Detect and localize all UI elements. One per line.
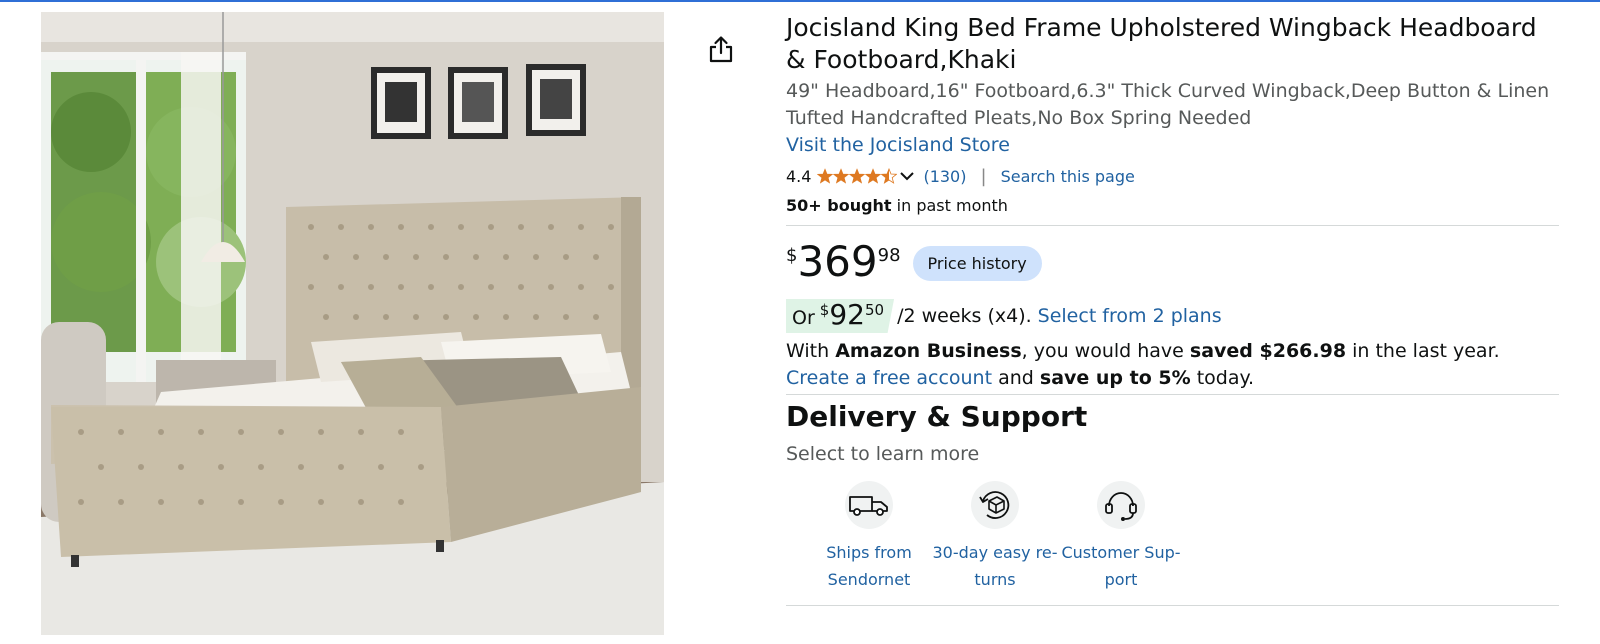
delivery-title: Delivery & Support <box>786 400 1088 433</box>
installment-whole: 92 <box>829 298 865 331</box>
price-history-button[interactable]: Price history <box>912 246 1042 281</box>
product-title: Jocisland King Bed Frame Upholstered Win… <box>786 13 1537 74</box>
returns-label-line2: turns <box>974 570 1016 589</box>
business-saved: saved $266.98 <box>1189 340 1347 362</box>
divider <box>786 605 1559 606</box>
rating-row: 4.4 (130) | Search this page <box>786 165 1559 187</box>
ships-from-label: Ships from Sendornet <box>806 539 932 593</box>
store-link[interactable]: Visit the Jocisland Store <box>786 132 1010 159</box>
star-rating[interactable] <box>817 168 898 184</box>
price-row: $ 369 98 Price history <box>786 238 1559 288</box>
business-savings: With Amazon Business, you would have sav… <box>786 338 1559 392</box>
product-image[interactable] <box>41 12 664 635</box>
installment-currency: $ <box>819 301 830 319</box>
price-currency: $ <box>786 245 798 266</box>
price-fraction: 98 <box>877 245 901 266</box>
share-icon[interactable] <box>706 34 736 64</box>
product-subtitle: 49" Headboard,16" Footboard,6.3" Thick C… <box>786 80 1550 129</box>
installment-highlight: Or $ 92 50 <box>786 298 895 333</box>
installment-or: Or <box>792 307 815 329</box>
installment-row: Or $ 92 50 /2 weeks (x4). Select from 2 … <box>786 298 1559 334</box>
returns-label: 30-day easy re- turns <box>932 539 1058 593</box>
ships-from-label-line1: Ships from <box>826 543 912 562</box>
business-text-1: With <box>786 340 836 362</box>
business-text-2: , you would have <box>1021 340 1190 362</box>
support-items: Ships from Sendornet 30-day easy re- tur… <box>806 481 1559 593</box>
select-plans-link[interactable]: Select from 2 plans <box>1038 305 1222 327</box>
business-text-4: and <box>992 367 1040 389</box>
headset-icon <box>1097 481 1145 529</box>
bought-count: 50+ bought <box>786 196 892 215</box>
rating-count-link[interactable]: (130) <box>923 167 966 186</box>
returns-label-line1: 30-day easy re- <box>932 543 1058 562</box>
bought-info: 50+ bought in past month <box>786 195 1559 217</box>
chevron-down-icon[interactable] <box>899 167 915 186</box>
divider <box>786 225 1559 226</box>
truck-icon <box>845 481 893 529</box>
delivery-subtitle: Select to learn more <box>786 443 980 465</box>
return-box-icon <box>971 481 1019 529</box>
returns-item[interactable]: 30-day easy re- turns <box>932 481 1058 593</box>
customer-support-label: Customer Sup- port <box>1058 539 1184 593</box>
rating-value: 4.4 <box>786 166 812 186</box>
stars-icon <box>817 168 898 184</box>
ships-from-item[interactable]: Ships from Sendornet <box>806 481 932 593</box>
customer-support-item[interactable]: Customer Sup- port <box>1058 481 1184 593</box>
installment-fraction: 50 <box>864 301 885 319</box>
business-save-percent: save up to 5% <box>1039 367 1191 389</box>
business-text-5: today. <box>1190 367 1255 389</box>
search-this-page-link[interactable]: Search this page <box>1001 167 1135 186</box>
customer-support-label-line2: port <box>1104 570 1138 589</box>
business-brand: Amazon Business <box>835 340 1022 362</box>
bought-period: in past month <box>891 196 1008 215</box>
divider <box>786 394 1559 395</box>
business-text-3: in the last year. <box>1346 340 1500 362</box>
installment-terms: /2 weeks (x4). <box>897 305 1032 327</box>
bed-photo <box>41 12 664 635</box>
ships-from-label-line2: Sendornet <box>827 570 911 589</box>
create-account-link[interactable]: Create a free account <box>786 367 992 389</box>
product-details: Jocisland King Bed Frame Upholstered Win… <box>786 12 1559 606</box>
separator: | <box>980 165 987 187</box>
customer-support-label-line1: Customer Sup- <box>1061 543 1181 562</box>
price-whole: 369 <box>797 237 878 286</box>
top-accent-bar <box>0 0 1600 2</box>
